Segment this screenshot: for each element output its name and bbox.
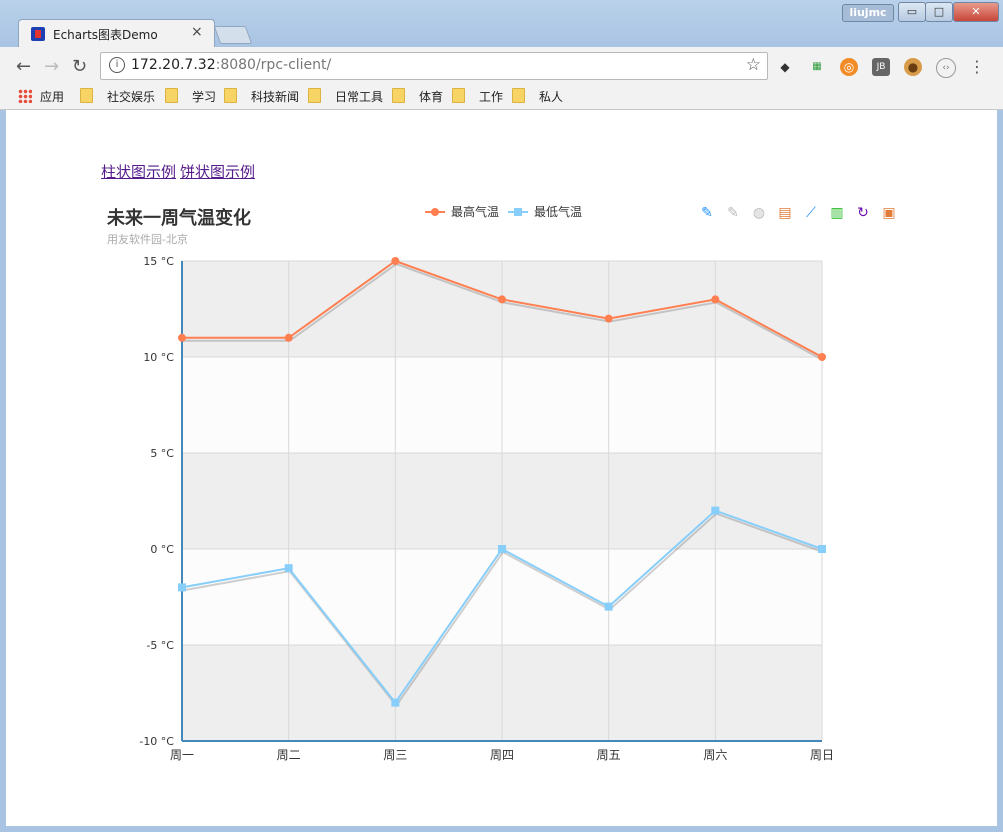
data-point-high [818,353,826,361]
extension-jb-icon[interactable]: JB [872,58,890,76]
data-point-low [711,506,720,515]
data-point-low [498,545,506,553]
page-content: 柱状图示例 饼状图示例 未来一周气温变化 用友软件园-北京 最高气温 最低气温 ✎… [6,110,997,826]
tab-title: Echarts图表Demo [53,28,158,42]
minimize-button[interactable]: ▭ [898,2,926,22]
bookmark-star-icon[interactable]: ☆ [746,55,761,75]
folder-icon [224,88,237,103]
temperature-line-chart: 15 °C 10 °C 5 °C 0 °C -5 °C -10 °C周一 周二 周三 周四 周五 周… [139,255,834,762]
y-tick-label: 0 °C [150,543,174,556]
data-point-high [498,295,506,304]
y-tick-label: 10 °C [143,351,174,364]
back-arrow-icon[interactable]: ← [16,56,31,77]
extension-cookie-icon[interactable]: ● [904,58,922,76]
x-tick-label: 周日 [810,748,834,762]
site-info-icon[interactable]: i [109,57,125,73]
folder-icon [512,88,525,103]
data-point-high [284,333,293,342]
bookmark-folder-daily-tools[interactable]: 日常工具 [308,88,383,105]
forward-arrow-icon[interactable]: → [44,56,59,77]
folder-icon [165,88,178,103]
data-point-high [711,295,720,304]
x-tick-label: 周四 [490,748,514,762]
bookmark-apps[interactable]: 应用 [18,88,64,105]
menu-more-icon[interactable]: ⋮ [968,58,986,76]
bookmark-label: 工作 [479,90,504,104]
folder-icon [80,88,93,103]
y-tick-label: -10 °C [139,735,174,748]
url-text: 172.20.7.32:8080/rpc-client/ [131,57,331,73]
bookmark-label: 学习 [192,90,217,104]
tab-close-icon[interactable]: × [191,24,203,40]
data-point-high [604,314,613,323]
close-window-button[interactable]: ✕ [953,2,999,22]
extension-lifebuoy-icon[interactable]: ◎ [840,58,858,76]
y-tick-label: 15 °C [143,255,174,268]
data-point-low [178,583,186,592]
bookmark-label: 体育 [419,90,444,104]
window-frame-right [997,110,1003,826]
folder-icon [308,88,321,103]
x-tick-label: 周二 [277,748,301,762]
y-tick-label: 5 °C [150,447,174,460]
bookmarks-bar: 应用 社交娱乐 学习 科技新闻 日常工具 体育 工作 私人 [0,85,1003,110]
bookmark-label: 应用 [40,90,65,104]
extension-tools-icon[interactable]: ▦ [808,58,826,76]
maximize-button[interactable]: □ [925,2,953,22]
data-point-high [391,257,400,265]
url-host: 172.20.7.32 [131,57,216,73]
extension-unknown-icon[interactable]: ◆ [776,58,794,76]
data-point-low [818,545,826,553]
bookmark-folder-work[interactable]: 工作 [452,88,503,105]
folder-icon [452,88,465,103]
bookmark-folder-sports[interactable]: 体育 [392,88,443,105]
reload-icon[interactable]: ↻ [72,56,87,77]
data-point-high [178,333,186,342]
data-point-low [604,602,613,611]
x-tick-label: 周一 [170,748,194,762]
bookmark-label: 社交娱乐 [107,90,156,104]
title-bar: Echarts图表Demo × liujmc ▭ □ ✕ [0,0,1003,48]
new-tab-button[interactable] [213,26,253,44]
y-tick-label: -5 °C [146,639,174,652]
bookmark-folder-social[interactable]: 社交娱乐 [80,88,155,105]
address-bar[interactable]: i 172.20.7.32:8080/rpc-client/ ☆ [100,52,768,80]
data-point-low [284,564,293,573]
x-tick-label: 周六 [703,748,727,762]
favicon-icon [31,27,45,41]
bookmark-label: 私人 [539,90,564,104]
window-frame-bottom [0,826,1003,832]
extension-code-icon[interactable]: ‹› [936,58,956,78]
user-profile-badge[interactable]: liujmc [842,4,894,22]
bookmark-folder-tech-news[interactable]: 科技新闻 [224,88,299,105]
url-path: :8080/rpc-client/ [215,57,332,73]
browser-toolbar: ← → ↻ i 172.20.7.32:8080/rpc-client/ ☆ ◆… [0,47,1003,85]
folder-icon [392,88,405,103]
tab-echarts-demo[interactable]: Echarts图表Demo × [18,19,215,48]
browser-window: Echarts图表Demo × liujmc ▭ □ ✕ ← → ↻ i 172… [0,0,1003,832]
bookmark-label: 日常工具 [335,90,384,104]
apps-grid-icon [18,89,32,103]
x-tick-label: 周三 [383,748,407,762]
bookmark-folder-private[interactable]: 私人 [512,88,563,105]
bookmark-folder-study[interactable]: 学习 [165,88,216,105]
x-tick-label: 周五 [597,748,621,762]
bookmark-label: 科技新闻 [251,90,300,104]
data-point-low [391,698,400,707]
